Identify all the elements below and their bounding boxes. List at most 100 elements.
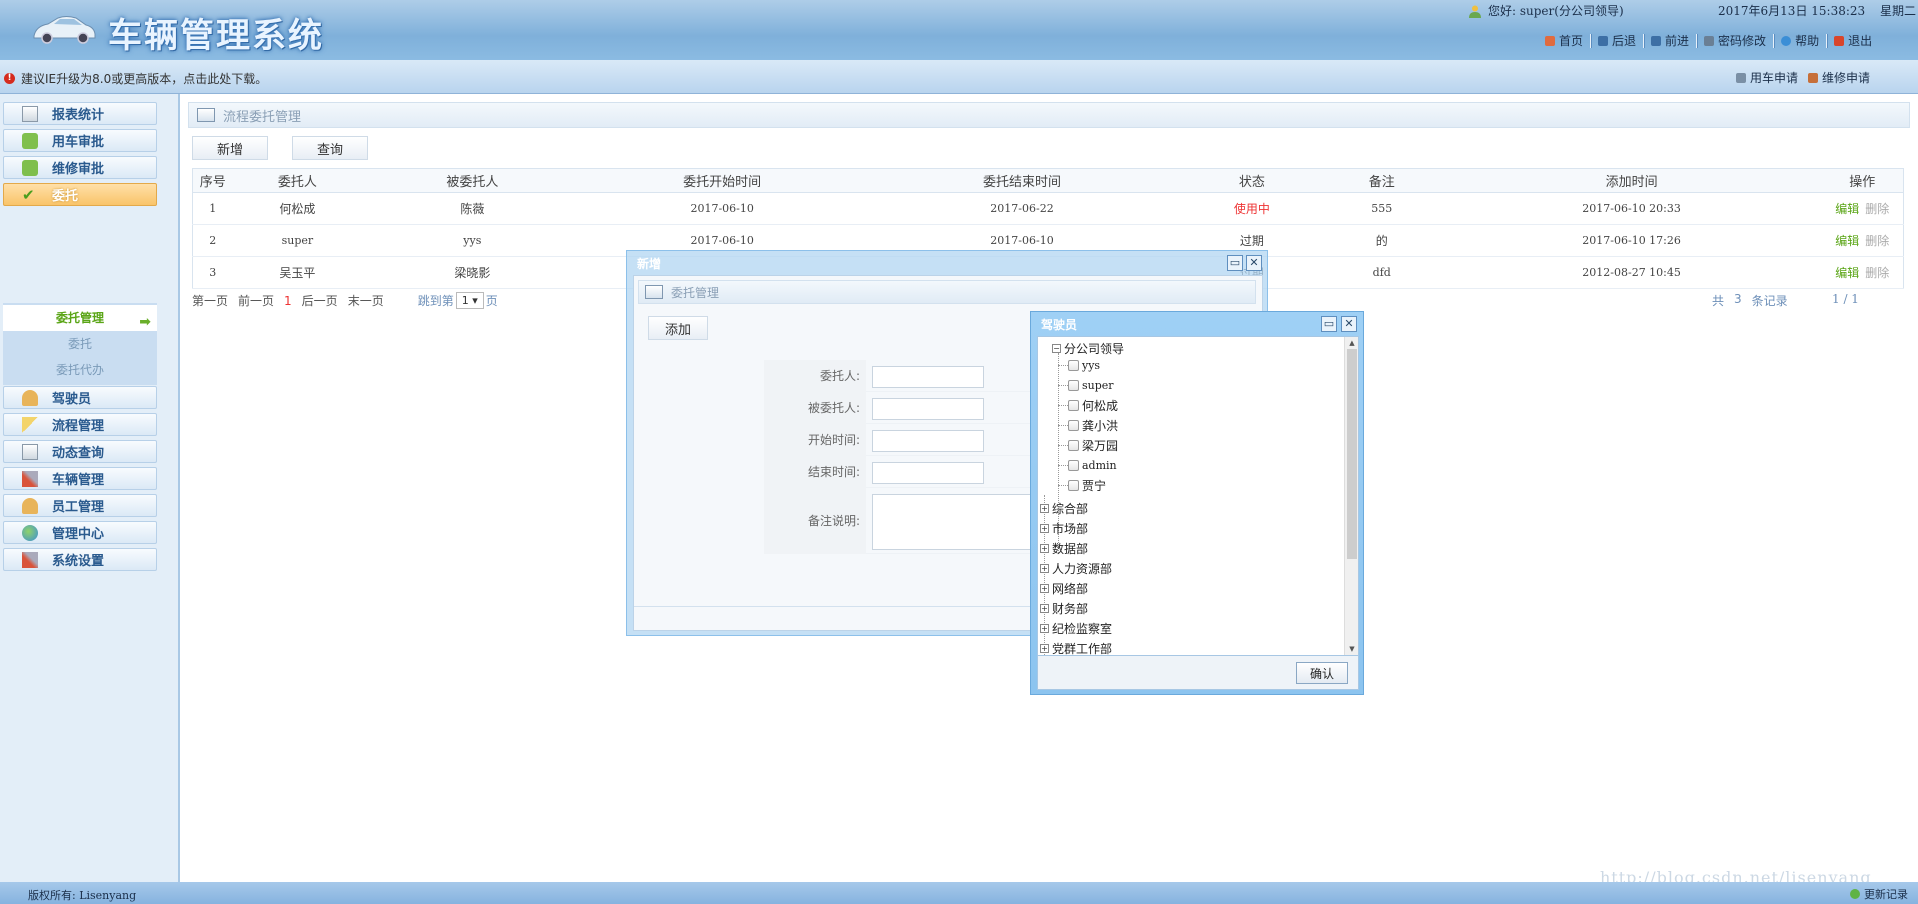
tree-leaf[interactable]: yys	[1068, 356, 1100, 374]
car-request-icon	[1736, 72, 1746, 83]
flow-icon	[22, 416, 38, 433]
query-button[interactable]: 查询	[292, 136, 368, 160]
globe-icon	[22, 524, 38, 541]
checkbox[interactable]	[1068, 439, 1079, 451]
submenu-delegate-manage[interactable]: 委托管理 ➡	[3, 305, 157, 331]
tree-leaf[interactable]: admin	[1068, 456, 1117, 474]
expand-icon[interactable]: +	[1040, 583, 1049, 593]
nav-forward[interactable]: 前进	[1644, 32, 1696, 49]
delete-link[interactable]: 删除	[1865, 266, 1889, 280]
tree-node-root[interactable]: − 分公司领导	[1052, 339, 1124, 357]
checkbox[interactable]	[1068, 459, 1079, 471]
nav-help[interactable]: 帮助	[1774, 32, 1826, 49]
tree-node-group[interactable]: + 网络部	[1040, 579, 1088, 597]
update-log-link[interactable]: 更新记录	[1850, 886, 1908, 902]
tree-leaf[interactable]: 贾宁	[1068, 476, 1106, 494]
quick-links: 用车申请 维修申请	[1736, 69, 1870, 86]
nav-exit[interactable]: 退出	[1827, 32, 1879, 49]
checkbox[interactable]	[1068, 479, 1079, 491]
nav-home[interactable]: 首页	[1538, 32, 1590, 49]
sidebar-item-repair-approval[interactable]: 维修审批	[3, 156, 157, 179]
forward-icon	[1651, 35, 1662, 46]
page-info: 1 / 1	[1832, 292, 1859, 306]
sidebar-item-admin-center[interactable]: 管理中心	[3, 521, 157, 544]
remark-textarea[interactable]	[872, 494, 1032, 550]
close-icon[interactable]: ✕	[1341, 316, 1357, 332]
submenu-delegate-todo[interactable]: 委托代办	[3, 357, 157, 383]
delegator-input[interactable]	[872, 366, 984, 388]
sidebar-item-delegate[interactable]: ✔ 委托	[3, 183, 157, 206]
cell-status: 使用中	[1181, 192, 1322, 225]
sidebar-item-settings[interactable]: 系统设置	[3, 548, 157, 571]
tree-node-group[interactable]: + 纪检监察室	[1040, 619, 1112, 637]
back-icon	[1598, 35, 1609, 46]
start-time-input[interactable]	[872, 430, 984, 452]
dialog-add-button[interactable]: 添加	[648, 316, 708, 340]
delegatee-input[interactable]	[872, 398, 984, 420]
maximize-icon[interactable]: ▭	[1227, 255, 1243, 271]
tree-node-group[interactable]: + 人力资源部	[1040, 559, 1112, 577]
tree-node-group[interactable]: + 财务部	[1040, 599, 1088, 617]
sidebar-item-report[interactable]: 报表统计	[3, 102, 157, 125]
tree-leaf[interactable]: super	[1068, 376, 1114, 394]
cell-added: 2012-08-27 10:45	[1441, 256, 1822, 289]
nav-password[interactable]: 密码修改	[1697, 32, 1773, 49]
tree-leaf[interactable]: 何松成	[1068, 396, 1118, 414]
car-logo-icon	[33, 16, 96, 44]
delete-link[interactable]: 删除	[1865, 234, 1889, 248]
sidebar-item-flow[interactable]: 流程管理	[3, 413, 157, 436]
end-time-input[interactable]	[872, 462, 984, 484]
next-page-link[interactable]: 后一页	[302, 292, 338, 309]
edit-link[interactable]: 编辑	[1835, 234, 1859, 248]
confirm-button[interactable]: 确认	[1296, 662, 1348, 684]
close-icon[interactable]: ✕	[1246, 255, 1262, 271]
add-button[interactable]: 新增	[192, 136, 268, 160]
expand-icon[interactable]: +	[1040, 503, 1049, 513]
scroll-down-icon[interactable]: ▼	[1347, 644, 1357, 654]
tree-leaf[interactable]: 梁万园	[1068, 436, 1118, 454]
ie-upgrade-notice[interactable]: ! 建议IE升级为8.0或更高版本，点击此处下载。	[4, 70, 267, 87]
user-icon	[1469, 5, 1481, 18]
sidebar-item-vehicle[interactable]: 车辆管理	[3, 467, 157, 490]
tree-node-group[interactable]: + 党群工作部	[1040, 639, 1112, 655]
tree-leaf[interactable]: 龚小洪	[1068, 416, 1118, 434]
page-jump: 跳到第 1 ▾ 页	[417, 292, 498, 309]
submenu-delegate[interactable]: 委托	[3, 331, 157, 357]
greeting-text: 您好: super(分公司领导)	[1488, 4, 1624, 18]
expand-icon[interactable]: +	[1040, 623, 1049, 633]
tree-node-group[interactable]: + 数据部	[1040, 539, 1088, 557]
tree-node-group[interactable]: + 市场部	[1040, 519, 1088, 537]
tree-scrollbar[interactable]: ▲ ▼	[1344, 337, 1358, 655]
checkbox[interactable]	[1068, 379, 1079, 391]
cell-start: 2017-06-10	[582, 192, 863, 225]
car-request-link[interactable]: 用车申请	[1736, 69, 1798, 86]
scroll-up-icon[interactable]: ▲	[1347, 338, 1357, 348]
expand-icon[interactable]: +	[1040, 603, 1049, 613]
checkbox[interactable]	[1068, 419, 1079, 431]
sidebar-item-driver[interactable]: 驾驶员	[3, 386, 157, 409]
collapse-icon[interactable]: −	[1052, 343, 1061, 353]
datetime-text: 2017年6月13日 15:38:23	[1718, 4, 1866, 18]
expand-icon[interactable]: +	[1040, 523, 1049, 533]
sidebar-item-query[interactable]: 动态查询	[3, 440, 157, 463]
tree-node-group[interactable]: + 综合部	[1040, 499, 1088, 517]
checkbox[interactable]	[1068, 399, 1079, 411]
repair-request-link[interactable]: 维修申请	[1808, 69, 1870, 86]
expand-icon[interactable]: +	[1040, 643, 1049, 653]
nav-back[interactable]: 后退	[1591, 32, 1643, 49]
delete-link[interactable]: 删除	[1865, 202, 1889, 216]
last-page-link[interactable]: 末一页	[348, 292, 384, 309]
expand-icon[interactable]: +	[1040, 563, 1049, 573]
checkbox[interactable]	[1068, 359, 1079, 371]
expand-icon[interactable]: +	[1040, 543, 1049, 553]
page-jump-select[interactable]: 1 ▾	[455, 292, 484, 309]
scroll-thumb[interactable]	[1347, 349, 1357, 559]
sidebar-item-staff[interactable]: 员工管理	[3, 494, 157, 517]
first-page-link[interactable]: 第一页	[192, 292, 228, 309]
edit-link[interactable]: 编辑	[1835, 266, 1859, 280]
prev-page-link[interactable]: 前一页	[238, 292, 274, 309]
sidebar-item-car-approval[interactable]: 用车审批	[3, 129, 157, 152]
maximize-icon[interactable]: ▭	[1321, 316, 1337, 332]
check-icon: ✔	[22, 185, 35, 204]
edit-link[interactable]: 编辑	[1835, 202, 1859, 216]
